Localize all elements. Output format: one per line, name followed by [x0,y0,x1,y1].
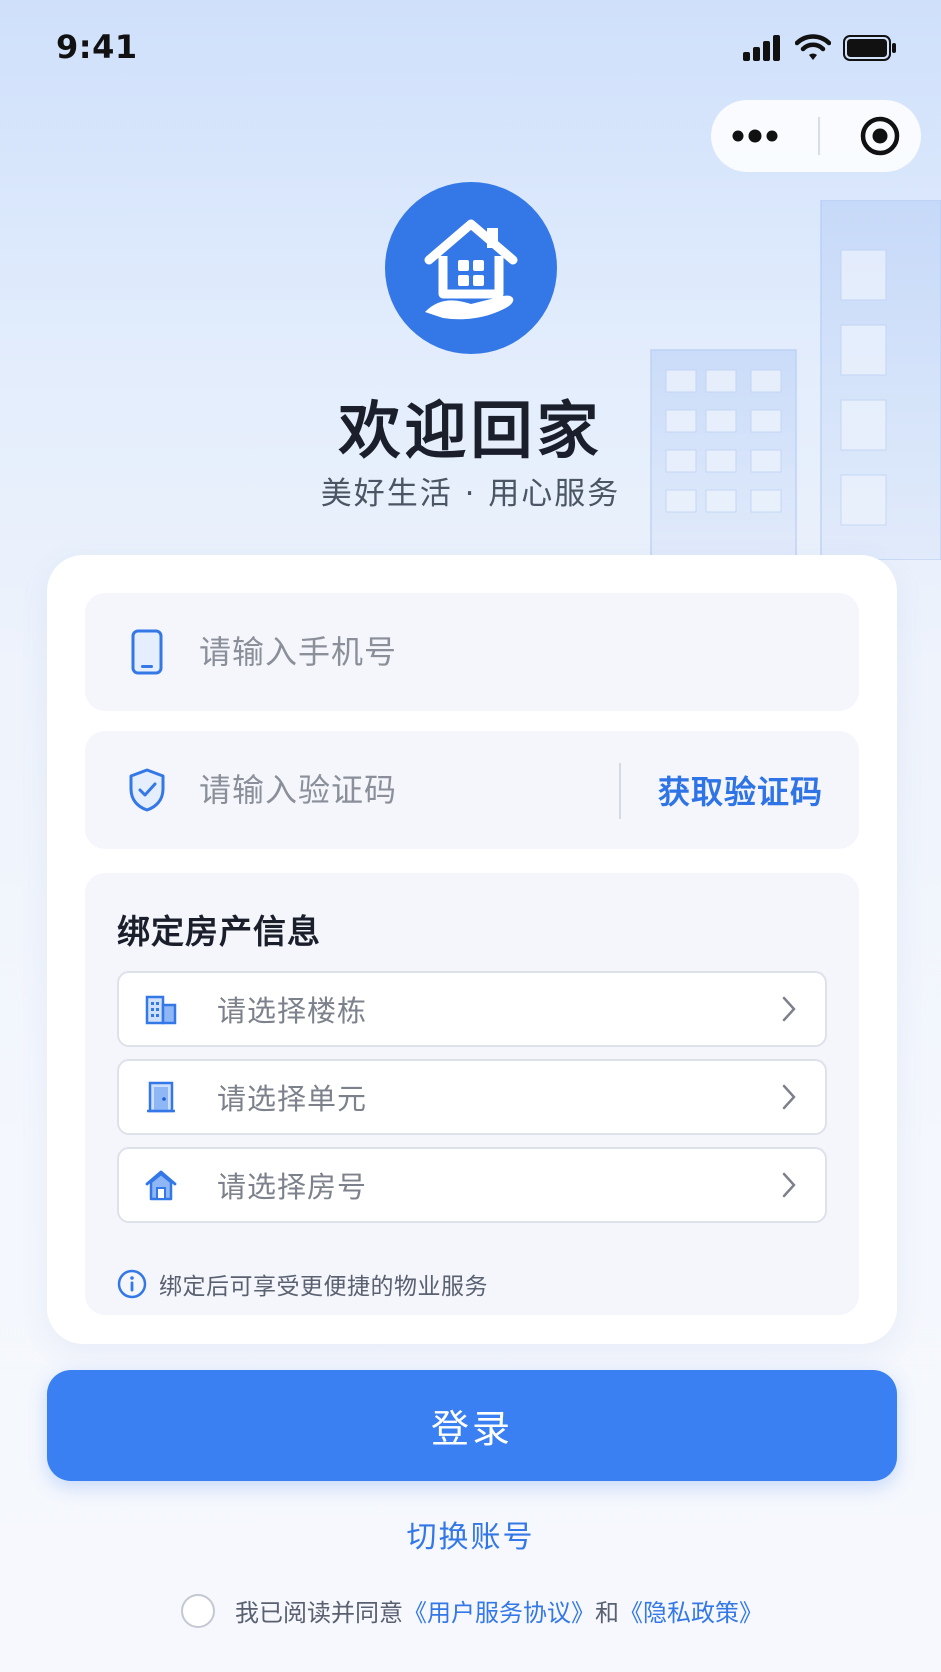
chevron-right-icon [782,1172,796,1198]
house-icon [143,1169,179,1201]
agreement-prefix: 我已阅读并同意 [235,1599,403,1627]
login-card: 获取验证码 绑定房产信息 请选择楼栋 [47,555,897,1344]
get-code-button[interactable]: 获取验证码 [658,767,823,813]
login-button[interactable]: 登录 [47,1370,897,1481]
select-building[interactable]: 请选择楼栋 [117,971,827,1047]
verification-code-field[interactable]: 获取验证码 [85,731,859,849]
binding-title: 绑定房产信息 [117,912,321,951]
select-building-label: 请选择楼栋 [217,994,368,1028]
door-icon [143,1081,179,1113]
terms-link[interactable]: 《用户服务协议》 [403,1593,595,1628]
switch-account-link[interactable]: 切换账号 [0,1512,941,1556]
miniprogram-capsule [711,100,921,172]
code-divider [619,763,621,819]
more-dots-icon[interactable] [731,129,779,143]
agreement-checkbox[interactable] [181,1593,215,1628]
chevron-right-icon [782,1084,796,1110]
building-icon [143,993,179,1025]
welcome-subtitle: 美好生活 · 用心服务 [320,476,621,512]
app-logo [385,182,557,354]
phone-field[interactable] [85,593,859,711]
signal-icon [743,35,780,61]
select-unit[interactable]: 请选择单元 [117,1059,827,1135]
code-input[interactable] [199,771,579,809]
select-unit-label: 请选择单元 [217,1082,368,1116]
target-icon[interactable] [859,115,901,157]
status-time: 9:41 [56,28,138,66]
select-room[interactable]: 请选择房号 [117,1147,827,1223]
wifi-icon [795,34,831,60]
info-icon [117,1269,147,1299]
agreement-and: 和 [595,1599,619,1627]
binding-hint: 绑定后可享受更便捷的物业服务 [117,1267,488,1301]
agreement-row: 我已阅读并同意 《用户服务协议》 和 《隐私政策》 [181,1593,763,1628]
property-binding-section: 绑定房产信息 请选择楼栋 请选择单元 请选择房号 绑定后可享受更便捷的物业服务 [85,873,859,1315]
phone-icon [125,629,169,675]
shield-check-icon [125,768,169,812]
chevron-right-icon [782,996,796,1022]
home-hand-icon [424,219,518,320]
status-bar: 9:41 [0,0,941,100]
status-icons [743,34,897,62]
phone-input[interactable] [199,633,579,671]
privacy-link[interactable]: 《隐私政策》 [619,1593,763,1628]
binding-hint-text: 绑定后可享受更便捷的物业服务 [159,1274,488,1300]
battery-icon [843,35,896,61]
capsule-divider [817,117,820,155]
select-room-label: 请选择房号 [217,1170,368,1204]
welcome-title: 欢迎回家 [338,394,603,467]
